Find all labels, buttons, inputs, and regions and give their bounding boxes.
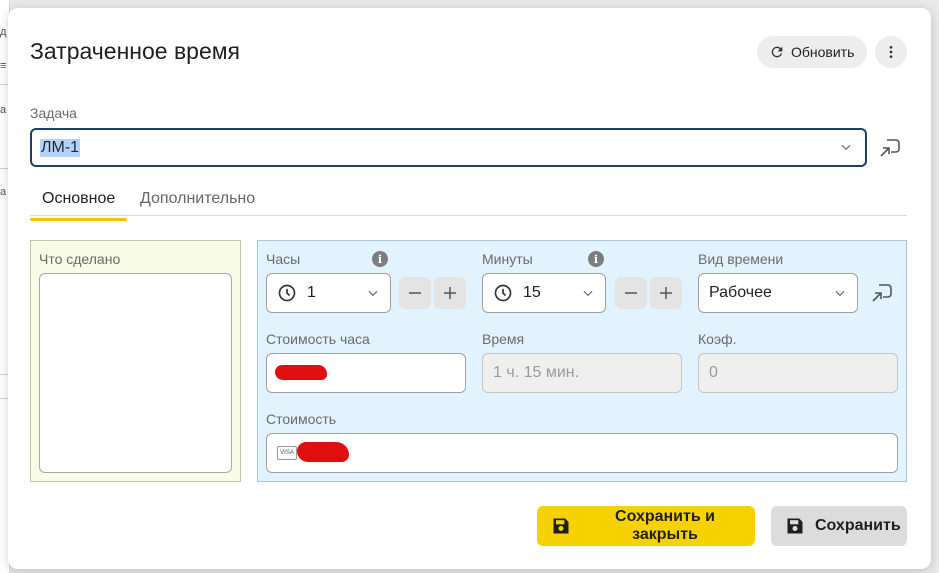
time-type-label: Вид времени bbox=[698, 251, 784, 267]
refresh-button[interactable]: Обновить bbox=[757, 36, 867, 68]
notes-label: Что сделано bbox=[39, 251, 121, 267]
tab-bar: Основное Дополнительно bbox=[30, 186, 907, 221]
info-icon[interactable]: i bbox=[372, 251, 388, 267]
open-link-icon[interactable] bbox=[877, 135, 903, 161]
cost-input[interactable]: VISA bbox=[266, 433, 898, 473]
clock-icon bbox=[277, 283, 297, 303]
minus-icon bbox=[622, 284, 640, 302]
time-details-panel: Часы i 1 Минуты i 15 Вид времени Рабочее… bbox=[257, 240, 907, 482]
redacted-value bbox=[297, 442, 349, 462]
chevron-down-icon bbox=[581, 286, 595, 305]
save-button[interactable]: Сохранить bbox=[771, 506, 907, 546]
dialog-title: Затраченное время bbox=[30, 38, 241, 64]
hours-label: Часы bbox=[266, 251, 301, 267]
time-spent-dialog: Затраченное время Обновить Задача ЛМ-1 О… bbox=[8, 8, 931, 569]
time-label: Время bbox=[482, 331, 525, 347]
minutes-decrement-button[interactable] bbox=[615, 277, 647, 309]
hour-cost-input[interactable] bbox=[266, 353, 466, 393]
coef-label: Коэф. bbox=[698, 331, 737, 347]
coef-value: 0 bbox=[709, 364, 718, 381]
coef-field: 0 bbox=[698, 353, 898, 393]
time-value: 1 ч. 15 мин. bbox=[493, 364, 580, 381]
time-type-select[interactable]: Рабочее bbox=[698, 273, 858, 313]
background-glyph: ≡ bbox=[0, 60, 7, 72]
save-icon bbox=[785, 516, 805, 536]
save-label: Сохранить bbox=[815, 517, 901, 534]
time-field: 1 ч. 15 мин. bbox=[482, 353, 682, 393]
hours-decrement-button[interactable] bbox=[399, 277, 431, 309]
notes-panel: Что сделано bbox=[30, 240, 241, 482]
time-type-value: Рабочее bbox=[709, 284, 772, 301]
hour-cost-label: Стоимость часа bbox=[266, 331, 370, 347]
hours-value: 1 bbox=[307, 284, 316, 301]
chevron-down-icon bbox=[839, 140, 853, 159]
more-options-button[interactable] bbox=[875, 36, 907, 68]
background-glyph: д bbox=[0, 26, 7, 38]
save-and-close-label: Сохранить и закрыть bbox=[615, 508, 715, 543]
card-icon: VISA bbox=[277, 446, 297, 460]
refresh-icon bbox=[769, 44, 785, 60]
minus-icon bbox=[406, 284, 424, 302]
task-label: Задача bbox=[30, 105, 77, 121]
task-select[interactable]: ЛМ-1 bbox=[30, 128, 867, 167]
minutes-increment-button[interactable] bbox=[650, 277, 682, 309]
minutes-label: Минуты bbox=[482, 251, 533, 267]
open-link-icon[interactable] bbox=[869, 280, 895, 306]
hours-select[interactable]: 1 bbox=[266, 273, 391, 313]
hours-increment-button[interactable] bbox=[434, 277, 466, 309]
task-value: ЛМ-1 bbox=[40, 138, 81, 157]
background-glyph: а bbox=[0, 104, 7, 116]
minutes-select[interactable]: 15 bbox=[482, 273, 606, 313]
notes-textarea[interactable] bbox=[39, 273, 232, 473]
plus-icon bbox=[441, 284, 459, 302]
more-vert-icon bbox=[883, 44, 899, 60]
redacted-value bbox=[275, 365, 327, 380]
save-and-close-button[interactable]: Сохранить и закрыть bbox=[537, 506, 755, 546]
refresh-label: Обновить bbox=[791, 44, 855, 60]
tab-main[interactable]: Основное bbox=[30, 190, 128, 221]
tab-additional[interactable]: Дополнительно bbox=[128, 190, 267, 220]
save-icon bbox=[551, 516, 571, 536]
background-glyph: а bbox=[0, 186, 7, 198]
plus-icon bbox=[657, 284, 675, 302]
info-icon[interactable]: i bbox=[588, 251, 604, 267]
chevron-down-icon bbox=[366, 286, 380, 305]
clock-icon bbox=[493, 283, 513, 303]
minutes-value: 15 bbox=[523, 284, 541, 301]
chevron-down-icon bbox=[833, 286, 847, 305]
cost-label: Стоимость bbox=[266, 411, 337, 427]
